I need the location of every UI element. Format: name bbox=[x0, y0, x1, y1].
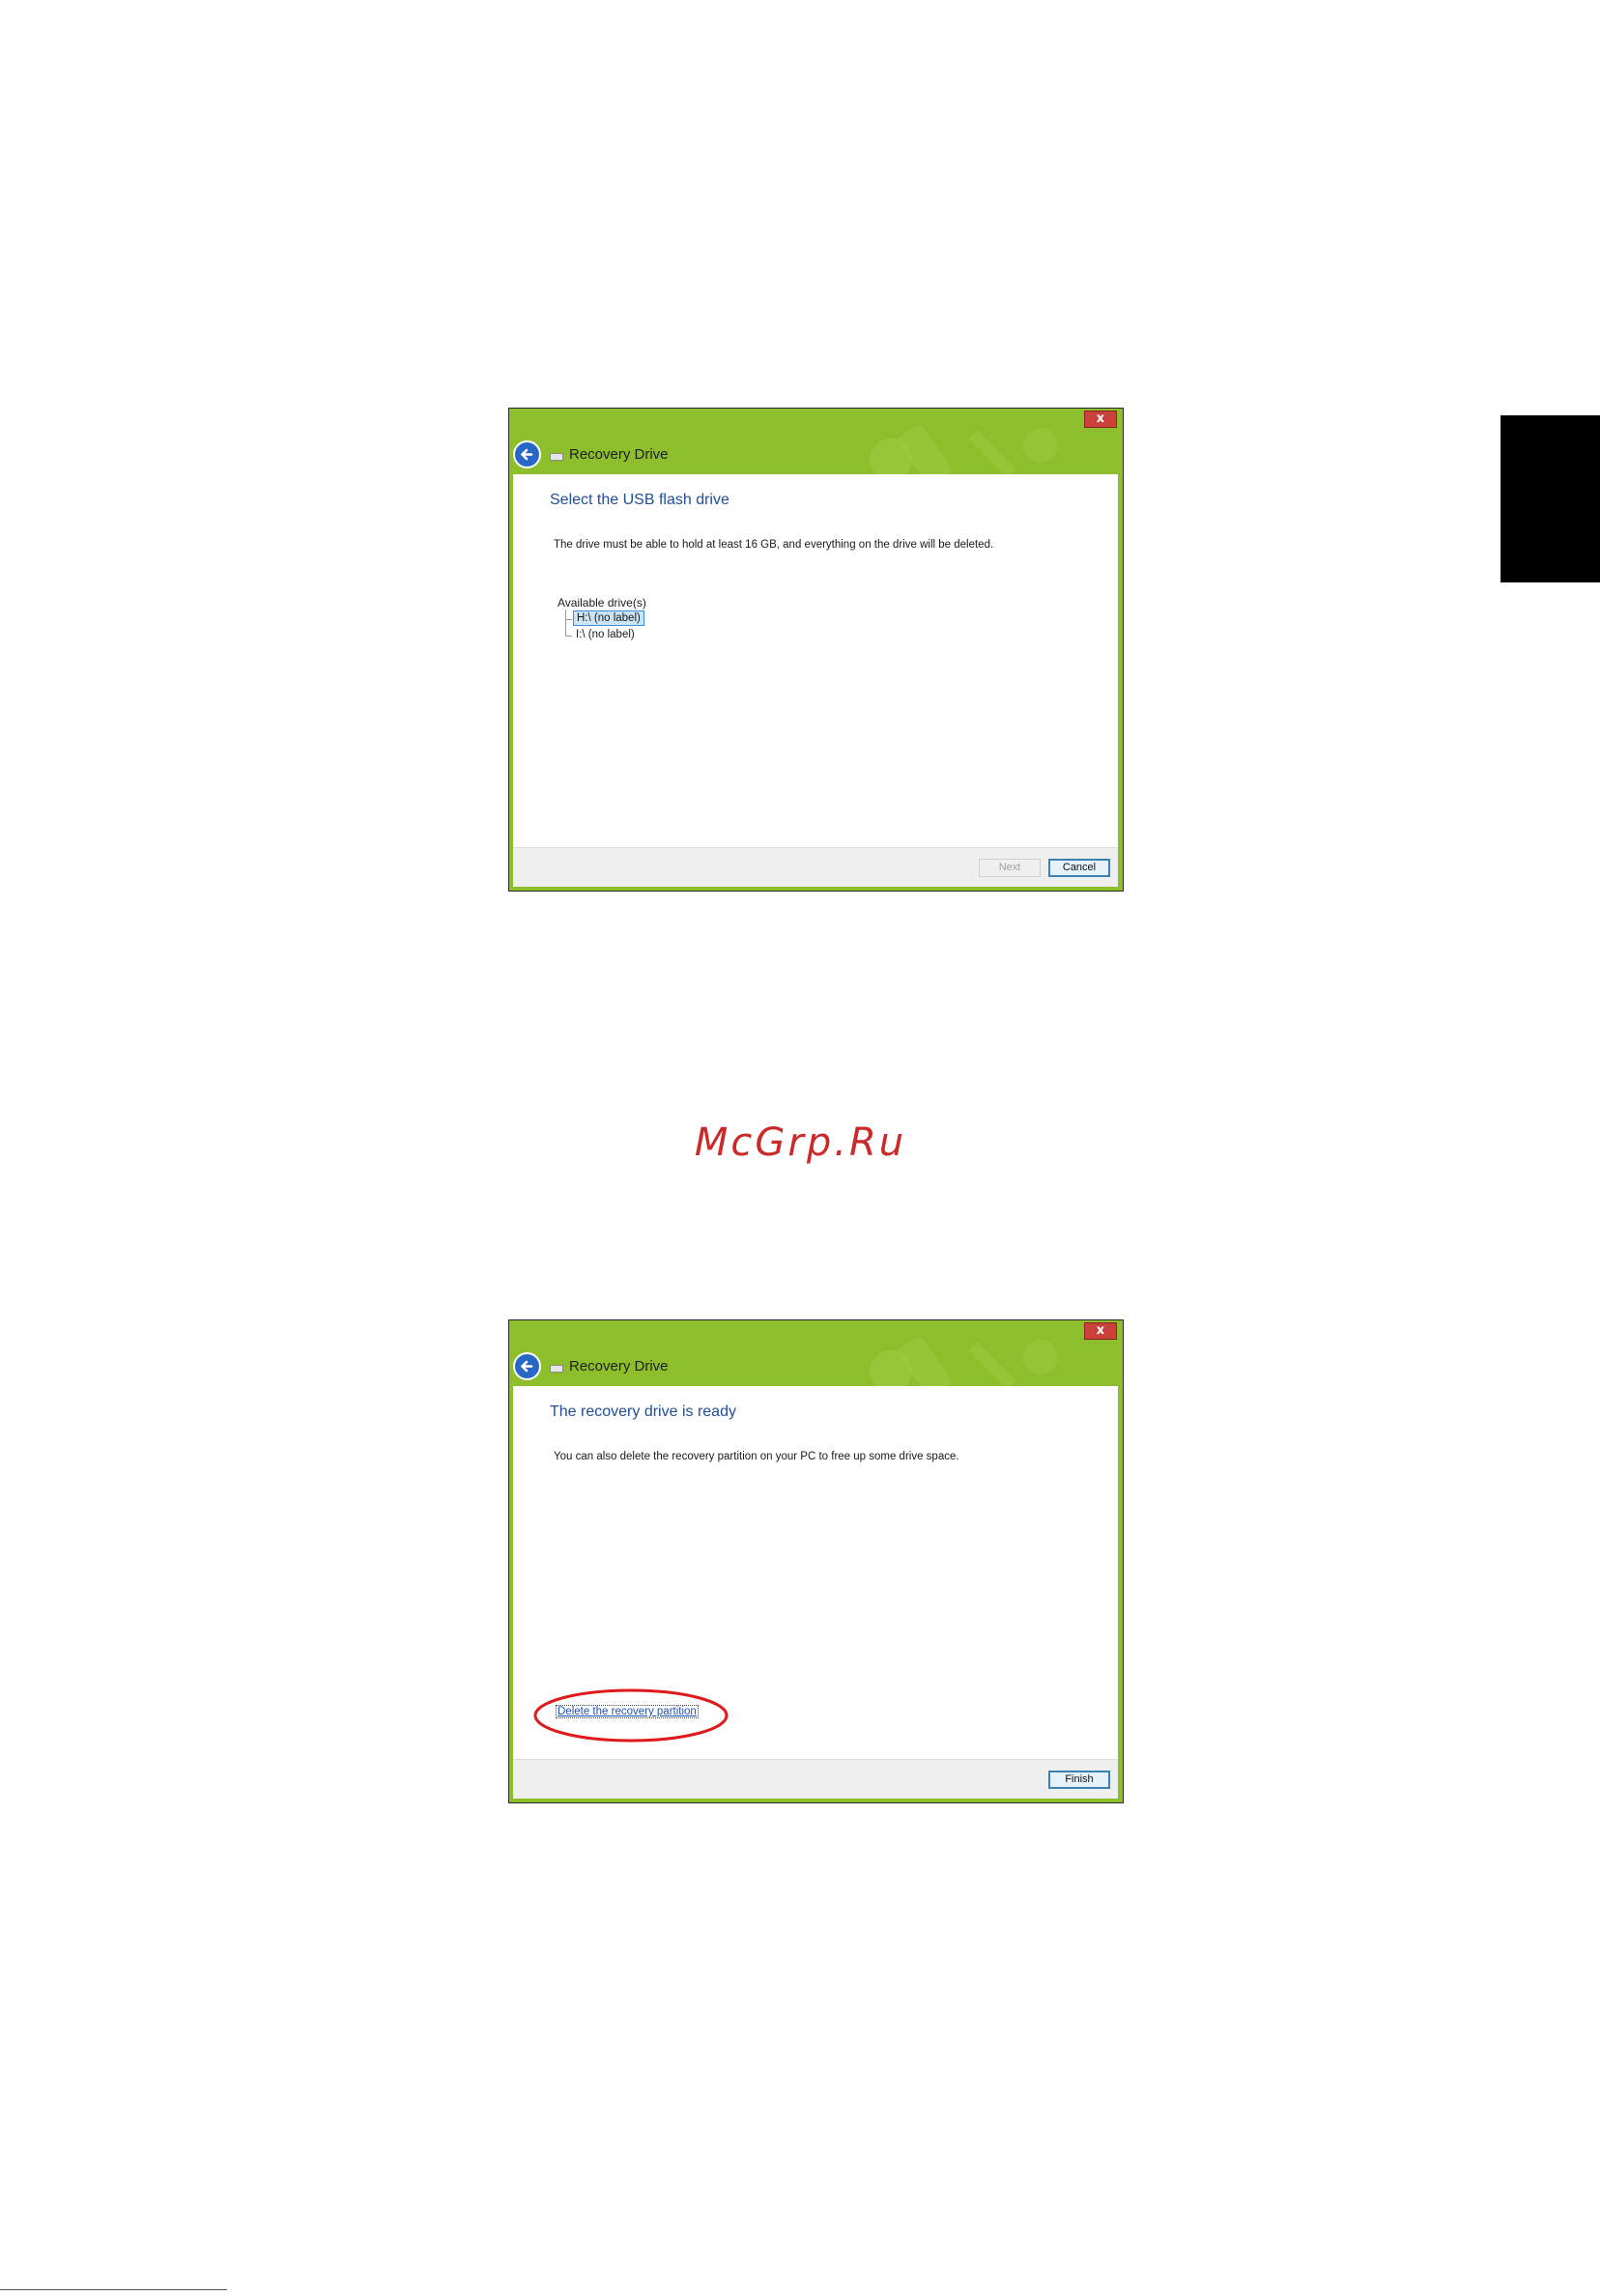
window-title: Recovery Drive bbox=[569, 446, 669, 463]
window-title: Recovery Drive bbox=[569, 1358, 669, 1375]
title-bar: x bbox=[509, 1320, 1123, 1342]
usb-drive-icon bbox=[550, 453, 563, 461]
next-button[interactable]: Next bbox=[979, 859, 1041, 877]
back-arrow-icon[interactable] bbox=[513, 1352, 541, 1380]
finish-button[interactable]: Finish bbox=[1048, 1771, 1110, 1789]
tree-line bbox=[565, 619, 572, 620]
drive-item-i[interactable]: I:\ (no label) bbox=[573, 628, 638, 641]
footer-divider bbox=[0, 2289, 227, 2290]
tree-line bbox=[565, 636, 572, 637]
description-text: You can also delete the recovery partiti… bbox=[554, 1451, 959, 1462]
available-drives-label: Available drive(s) bbox=[557, 596, 646, 609]
dialog-header: Recovery Drive bbox=[513, 1349, 900, 1384]
dialog-footer: Next Cancel bbox=[513, 847, 1118, 887]
content-area: Select the USB flash drive The drive mus… bbox=[513, 474, 1118, 847]
page-heading: Select the USB flash drive bbox=[550, 492, 729, 508]
dialog-footer: Finish bbox=[513, 1759, 1118, 1799]
drive-item-h[interactable]: H:\ (no label) bbox=[573, 610, 644, 626]
cancel-button[interactable]: Cancel bbox=[1048, 859, 1110, 877]
back-arrow-icon[interactable] bbox=[513, 440, 541, 468]
close-button[interactable]: x bbox=[1084, 411, 1117, 428]
content-area: The recovery drive is ready You can also… bbox=[513, 1386, 1118, 1759]
description-text: The drive must be able to hold at least … bbox=[554, 539, 994, 551]
watermark-text: McGrp.Ru bbox=[694, 1120, 907, 1165]
delete-recovery-partition-link[interactable]: Delete the recovery partition bbox=[556, 1705, 699, 1718]
recovery-drive-dialog-select: x Recovery Drive Select the USB flash dr… bbox=[508, 408, 1124, 892]
recovery-drive-dialog-ready: x Recovery Drive The recovery drive is r… bbox=[508, 1319, 1124, 1803]
tree-line bbox=[565, 609, 566, 637]
page-heading: The recovery drive is ready bbox=[550, 1403, 736, 1420]
usb-drive-icon bbox=[550, 1365, 563, 1373]
dialog-header: Recovery Drive bbox=[513, 438, 900, 472]
title-bar: x bbox=[509, 409, 1123, 430]
black-side-tab bbox=[1501, 415, 1600, 582]
close-button[interactable]: x bbox=[1084, 1322, 1117, 1340]
